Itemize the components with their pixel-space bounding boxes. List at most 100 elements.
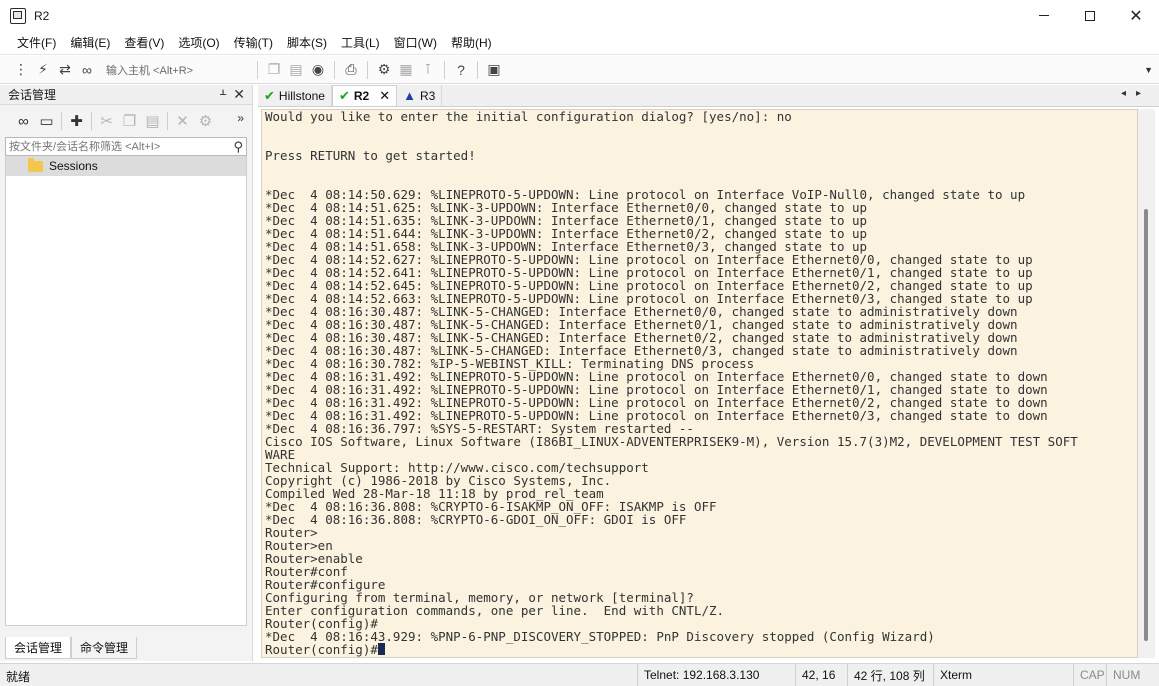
find-binoculars-icon[interactable]: ◉ xyxy=(307,59,329,81)
properties-gear-icon[interactable]: ⚙ xyxy=(194,110,217,133)
panel-toolbar: ∞ ▭ ✚ ✂ ❐ ▤ ✕ ⚙ » xyxy=(0,105,252,137)
close-window-button[interactable]: ✕ xyxy=(1113,0,1159,31)
title-bar: R2 ✕ xyxy=(0,0,1159,31)
tab-command-manager[interactable]: 命令管理 xyxy=(71,637,138,659)
status-terminal-size: 42 行, 108 列 xyxy=(847,664,933,686)
copy-icon[interactable]: ❐ xyxy=(263,59,285,81)
maximize-button[interactable] xyxy=(1067,0,1113,31)
minimize-button[interactable] xyxy=(1021,0,1067,31)
status-connection: Telnet: 192.168.3.130 xyxy=(637,664,793,686)
tab-label: R3 xyxy=(419,88,436,103)
add-session-icon[interactable]: ✚ xyxy=(65,110,88,133)
minimize-icon xyxy=(1039,15,1049,16)
tab-hillstone[interactable]: ✔ Hillstone xyxy=(258,85,332,106)
panel-toolbar-separator xyxy=(91,112,92,130)
menu-tools[interactable]: 工具(L) xyxy=(334,34,387,51)
menu-script[interactable]: 脚本(S) xyxy=(280,34,334,51)
tab-close-icon[interactable]: ✕ xyxy=(379,88,390,104)
status-ready: 就绪 xyxy=(6,670,31,684)
terminal-view[interactable]: Would you like to enter the initial conf… xyxy=(261,109,1138,658)
terminal-line: Would you like to enter the initial conf… xyxy=(265,109,792,124)
terminal-line: Router>en xyxy=(265,538,333,553)
status-caps: CAP xyxy=(1073,664,1106,686)
menu-view[interactable]: 查看(V) xyxy=(117,34,171,51)
status-terminal-type: Xterm xyxy=(933,664,1073,686)
reconnect-icon[interactable]: ⇄ xyxy=(54,59,76,81)
close-icon: ✕ xyxy=(1129,7,1143,25)
warning-icon: ▲ xyxy=(403,88,416,103)
toolbar-separator xyxy=(257,60,258,79)
toolbar-overflow-icon[interactable]: ▼ xyxy=(1144,65,1153,75)
connect-tree-icon[interactable]: ⋮ xyxy=(10,59,32,81)
cut-icon[interactable]: ✂ xyxy=(95,110,118,133)
connected-check-icon: ✔ xyxy=(264,87,275,103)
tab-scroll-arrows-icon[interactable]: ◂▸ xyxy=(1121,88,1151,99)
menu-help[interactable]: 帮助(H) xyxy=(444,34,499,51)
terminal-line: Enter configuration commands, one per li… xyxy=(265,603,725,618)
terminal-line: Router#conf xyxy=(265,564,348,579)
terminal-line: Router> xyxy=(265,525,318,540)
toolbar-separator xyxy=(367,60,368,79)
pin-icon[interactable]: ᚆ xyxy=(220,87,226,101)
status-bar: 就绪 Telnet: 192.168.3.130 42, 16 42 行, 10… xyxy=(0,663,1159,686)
tree-item-label: Sessions xyxy=(49,159,98,173)
terminal-output: Would you like to enter the initial conf… xyxy=(265,110,1078,656)
terminal-line: *Dec 4 08:16:36.808: %CRYPTO-6-GDOI_ON_O… xyxy=(265,512,687,527)
paste-icon[interactable]: ▤ xyxy=(285,59,307,81)
panel-toolbar-separator xyxy=(167,112,168,130)
print-icon[interactable]: ⎙ xyxy=(340,59,362,81)
menu-bar: 文件(F) 编辑(E) 查看(V) 选项(O) 传输(T) 脚本(S) 工具(L… xyxy=(0,31,1159,55)
session-tab-bar: ✔ Hillstone ✔ R2 ✕ ▲ R3 ◂▸ xyxy=(258,85,1159,107)
tab-r3[interactable]: ▲ R3 xyxy=(397,85,443,106)
terminal-prompt-line: Router(config)# xyxy=(265,643,1078,656)
tab-label: R2 xyxy=(353,89,370,103)
screen-icon[interactable]: ▣ xyxy=(483,59,505,81)
search-icon[interactable]: ⚲ xyxy=(233,139,243,155)
toolbar-separator xyxy=(334,60,335,79)
terminal-line: Cisco IOS Software, Linux Software (I86B… xyxy=(265,434,1078,449)
menu-transfer[interactable]: 传输(T) xyxy=(227,34,280,51)
host-input[interactable]: 输入主机 <Alt+R> xyxy=(106,62,246,78)
link-icon[interactable]: ∞ xyxy=(76,59,98,81)
copy-session-icon[interactable]: ❐ xyxy=(118,110,141,133)
scrollbar-thumb[interactable] xyxy=(1144,209,1148,641)
terminal-prompt: Router(config)# xyxy=(265,642,378,657)
terminal-cursor xyxy=(377,643,385,655)
tab-label: Hillstone xyxy=(278,88,325,103)
panel-close-icon[interactable]: ✕ xyxy=(233,86,245,103)
terminal-line: *Dec 4 08:16:43.929: %PNP-6-PNP_DISCOVER… xyxy=(265,629,935,644)
folder-icon xyxy=(28,157,43,172)
panel-tabs: 会话管理 命令管理 xyxy=(5,637,138,659)
help-icon[interactable]: ? xyxy=(450,59,472,81)
connect-link-icon[interactable]: ∞ xyxy=(12,110,35,133)
paste-session-icon[interactable]: ▤ xyxy=(141,110,164,133)
keymap-icon[interactable]: ▦ xyxy=(395,59,417,81)
menu-options[interactable]: 选项(O) xyxy=(171,34,226,51)
window-title: R2 xyxy=(34,8,50,23)
menu-file[interactable]: 文件(F) xyxy=(10,34,63,51)
terminal-line: Router>enable xyxy=(265,551,363,566)
settings-gear-icon[interactable]: ⚙ xyxy=(373,59,395,81)
tab-r2[interactable]: ✔ R2 ✕ xyxy=(331,85,398,106)
tree-item-sessions[interactable]: Sessions xyxy=(6,156,246,176)
app-icon xyxy=(10,7,26,24)
session-tree: Sessions xyxy=(5,156,247,626)
status-cursor-position: 42, 16 xyxy=(795,664,847,686)
menu-edit[interactable]: 编辑(E) xyxy=(63,34,117,51)
sftp-icon[interactable]: ⊺ xyxy=(417,59,439,81)
terminal-scrollbar[interactable] xyxy=(1138,109,1155,658)
delete-icon[interactable]: ✕ xyxy=(171,110,194,133)
maximize-icon xyxy=(1085,10,1095,21)
session-filter: ⚲ xyxy=(5,137,247,156)
quick-connect-icon[interactable]: ⚡ xyxy=(32,59,54,81)
toolbar: ⋮ ⚡ ⇄ ∞ 输入主机 <Alt+R> ❐ ▤ ◉ ⎙ ⚙ ▦ ⊺ ? ▣ ▼ xyxy=(0,56,1159,84)
tab-session-manager[interactable]: 会话管理 xyxy=(5,637,72,659)
session-manager-panel: 会话管理 ᚆ ✕ ∞ ▭ ✚ ✂ ❐ ▤ ✕ ⚙ » ⚲ Sessions 会话… xyxy=(0,85,253,661)
menu-window[interactable]: 窗口(W) xyxy=(387,34,444,51)
more-tools-icon[interactable]: » xyxy=(237,111,244,125)
connect-tab-icon[interactable]: ▭ xyxy=(35,110,58,133)
terminal-line: Press RETURN to get started! xyxy=(265,148,476,163)
session-filter-input[interactable] xyxy=(6,138,216,155)
connected-check-icon: ✔ xyxy=(338,88,350,103)
